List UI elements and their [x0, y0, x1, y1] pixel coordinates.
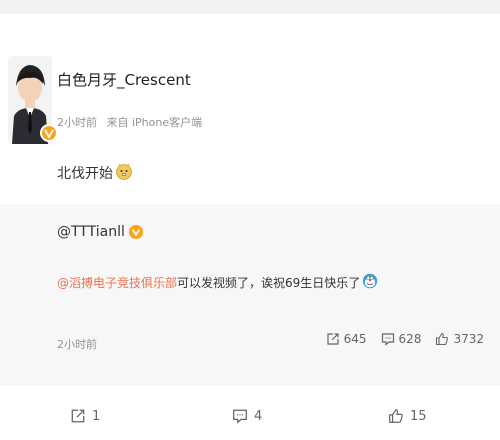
comment-icon	[381, 333, 394, 346]
repost-button[interactable]: 1	[70, 408, 100, 424]
repost-count-button[interactable]: 645	[326, 332, 367, 346]
like-count-button[interactable]: 3732	[435, 332, 484, 346]
repost-action-count: 1	[92, 408, 101, 424]
repost-stats: 645 628 3732	[312, 332, 484, 346]
like-action-count: 15	[410, 408, 427, 424]
like-icon	[389, 409, 403, 423]
repost-count: 645	[343, 332, 367, 346]
repost-icon	[71, 409, 85, 423]
mention-link[interactable]: @滔搏电子竞技俱乐部	[57, 274, 177, 291]
reposted-content[interactable]: @TTTianll @滔搏电子竞技俱乐部 可以发视频了，诶祝69生日快乐了 2小…	[0, 204, 500, 386]
repost-author-name[interactable]: @TTTianll	[57, 224, 125, 240]
action-bar: 1 4 15	[0, 394, 500, 440]
post-time[interactable]: 2小时前	[57, 116, 97, 129]
verified-badge-icon	[40, 124, 58, 142]
verified-badge-icon	[128, 225, 143, 239]
post-content: 北伐开始	[57, 162, 133, 184]
repost-text: @滔搏电子竞技俱乐部 可以发视频了，诶祝69生日快乐了	[57, 273, 378, 292]
post-source[interactable]: 来自 iPhone客户端	[107, 116, 203, 129]
post-meta: 2小时前 来自 iPhone客户端	[57, 114, 202, 130]
username[interactable]: 白色月牙_Crescent	[57, 69, 191, 90]
comment-icon	[233, 409, 247, 424]
doge-emoji-icon	[115, 162, 133, 184]
top-divider	[0, 0, 500, 14]
weibo-card: 白色月牙_Crescent 2小时前 来自 iPhone客户端 北伐开始 @TT…	[0, 14, 500, 440]
avatar-container[interactable]	[8, 56, 58, 146]
like-count: 3732	[453, 332, 484, 346]
repost-body: 可以发视频了，诶祝69生日快乐了	[177, 276, 361, 290]
comment-button[interactable]: 4	[232, 408, 262, 424]
doraemon-emoji-icon	[362, 273, 378, 292]
like-icon	[436, 332, 449, 346]
like-button[interactable]: 15	[388, 408, 427, 424]
repost-author: @TTTianll	[57, 224, 143, 240]
comment-count-button[interactable]: 628	[381, 332, 422, 346]
repost-time[interactable]: 2小时前	[57, 336, 97, 352]
comment-count: 628	[398, 332, 422, 346]
post-text: 北伐开始	[57, 166, 113, 182]
comment-action-count: 4	[254, 408, 263, 424]
repost-icon	[327, 333, 339, 345]
